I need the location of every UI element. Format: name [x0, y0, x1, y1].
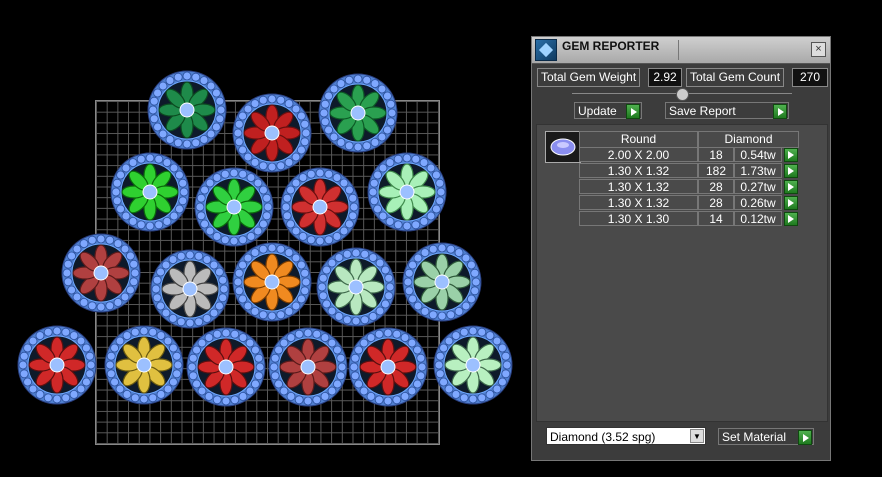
total-weight-label: Total Gem Weight [537, 68, 641, 87]
go-arrow-icon[interactable] [784, 196, 798, 210]
set-material-button[interactable]: Set Material [718, 428, 814, 445]
row-count-cell: 28 [698, 195, 734, 210]
round-gem-icon[interactable] [545, 131, 581, 163]
shape-header: Round [579, 131, 698, 148]
row-weight-cell: 0.12tw [734, 211, 782, 226]
gem-rosette[interactable] [150, 249, 230, 329]
material-select[interactable]: Diamond (3.52 spg) ▼ [546, 427, 706, 445]
report-area: Round Diamond 2.00 X 2.00 18 0.54tw 1.30 X … [536, 124, 828, 422]
title-separator [678, 40, 679, 60]
go-arrow-icon[interactable] [784, 212, 798, 226]
material-select-value: Diamond (3.52 spg) [550, 430, 656, 444]
save-report-label: Save Report [669, 104, 736, 118]
row-count-cell: 182 [698, 163, 734, 178]
row-size-cell: 1.30 X 1.32 [579, 179, 698, 194]
gem-rosette[interactable] [61, 233, 141, 313]
go-arrow-icon[interactable] [784, 148, 798, 162]
gem-rosette[interactable] [316, 247, 396, 327]
row-weight-cell: 0.54tw [734, 147, 782, 162]
app-icon [535, 39, 557, 61]
total-count-label: Total Gem Count [686, 68, 785, 87]
panel-title: GEM REPORTER [562, 39, 660, 53]
go-arrow-icon[interactable] [784, 164, 798, 178]
gem-rosette[interactable] [104, 325, 184, 405]
row-count-cell: 18 [698, 147, 734, 162]
go-arrow-icon[interactable] [784, 180, 798, 194]
row-size-cell: 1.30 X 1.32 [579, 163, 698, 178]
title-bar[interactable]: GEM REPORTER × [532, 37, 830, 64]
row-weight-cell: 1.73tw [734, 163, 782, 178]
update-button-label: Update [578, 104, 617, 118]
design-viewport[interactable] [0, 0, 530, 477]
gem-rosette[interactable] [186, 327, 266, 407]
gem-rosette[interactable] [280, 167, 360, 247]
dropdown-arrow-icon[interactable]: ▼ [690, 429, 704, 443]
gem-rosette[interactable] [17, 325, 97, 405]
gem-rosette[interactable] [232, 242, 312, 322]
gem-rosette[interactable] [110, 152, 190, 232]
go-arrow-icon [798, 430, 812, 445]
row-weight-cell: 0.27tw [734, 179, 782, 194]
gem-reporter-panel: GEM REPORTER × Total Gem Weight 2.92 Tot… [531, 36, 831, 461]
gem-rosette[interactable] [348, 327, 428, 407]
gem-rosette[interactable] [232, 93, 312, 173]
row-size-cell: 1.30 X 1.30 [579, 211, 698, 226]
row-size-cell: 2.00 X 2.00 [579, 147, 698, 162]
save-report-button[interactable]: Save Report [665, 102, 789, 119]
set-material-label: Set Material [722, 430, 787, 444]
gem-rosette[interactable] [318, 73, 398, 153]
row-weight-cell: 0.26tw [734, 195, 782, 210]
go-arrow-icon [773, 104, 787, 119]
gem-rosette[interactable] [268, 327, 348, 407]
row-count-cell: 28 [698, 179, 734, 194]
gem-rosette[interactable] [402, 242, 482, 322]
total-count-value: 270 [792, 68, 828, 87]
total-weight-value: 2.92 [648, 68, 682, 87]
update-button[interactable]: Update [574, 102, 642, 119]
collapse-knob[interactable] [676, 88, 689, 101]
gem-rosette[interactable] [433, 325, 513, 405]
material-header: Diamond [698, 131, 799, 148]
gem-rosette[interactable] [147, 70, 227, 150]
row-count-cell: 14 [698, 211, 734, 226]
go-arrow-icon [626, 104, 640, 119]
row-size-cell: 1.30 X 1.32 [579, 195, 698, 210]
gem-rosette[interactable] [194, 167, 274, 247]
gem-rosette[interactable] [367, 152, 447, 232]
close-icon[interactable]: × [811, 42, 826, 57]
